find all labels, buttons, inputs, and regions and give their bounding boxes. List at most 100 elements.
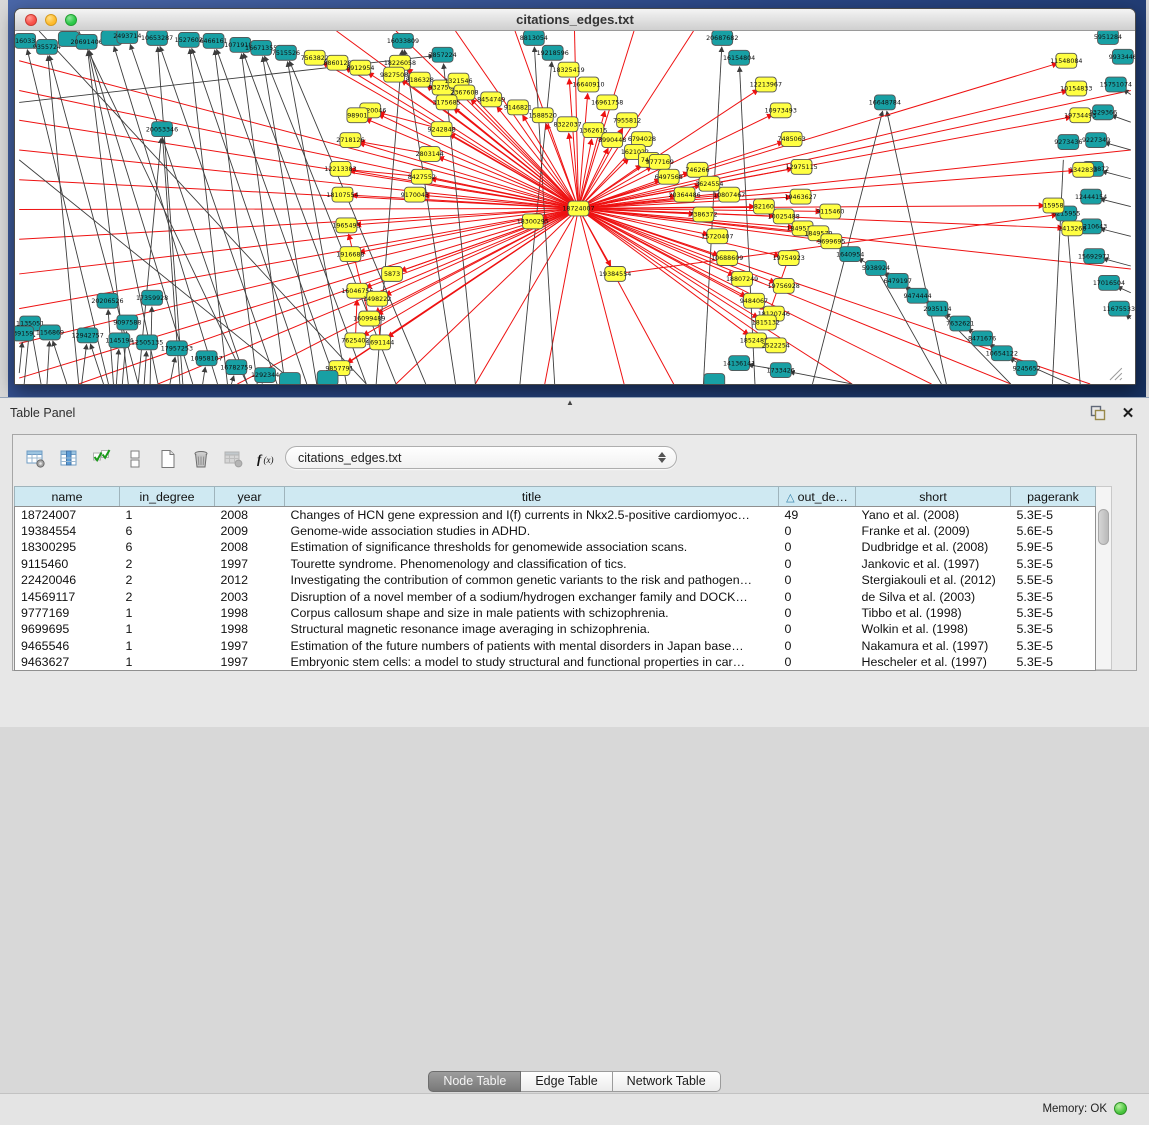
graph-edge-ray[interactable] [19,160,297,384]
table-cell[interactable]: 0 [779,523,856,539]
panel-splitter-grip[interactable]: ▲ [566,398,574,407]
table-cell[interactable]: 5.9E-5 [1011,539,1096,555]
graph-node[interactable]: 19218596 [537,45,569,60]
table-cell[interactable]: 2003 [215,588,285,604]
table-cell[interactable]: 2008 [215,539,285,555]
graph-node[interactable]: 9827508 [380,67,408,82]
table-row[interactable]: 1872400712008Changes of HCN gene express… [15,507,1096,523]
table-cell[interactable]: 1998 [215,621,285,637]
graph-edge[interactable] [242,54,285,384]
graph-node[interactable]: 3175685 [432,95,460,110]
column-header-title[interactable]: title [285,487,779,507]
table-cell[interactable]: 0 [779,572,856,588]
table-cell[interactable]: de Silva et al. (2003) [856,588,1011,604]
table-cell[interactable]: Embryonic stem cells: a model to study s… [285,654,779,670]
graph-node[interactable]: 20687682 [706,31,738,45]
graph-node[interactable]: 10653287 [141,31,173,45]
table-row[interactable]: 1938455462009Genome-wide association stu… [15,523,1096,539]
table-row[interactable]: 2242004622012Investigating the contribut… [15,572,1096,588]
row-height-icon[interactable] [122,446,148,472]
table-options-icon[interactable] [23,446,49,472]
graph-node[interactable]: 18107554 [326,187,358,202]
graph-edge[interactable] [116,349,118,384]
graph-edge[interactable] [19,56,434,103]
graph-node[interactable]: 98901 [347,108,368,123]
graph-edge[interactable] [144,351,146,384]
node-table-grid[interactable]: namein_degreeyeartitle△out_de…shortpager… [14,486,1096,671]
graph-node[interactable]: 15692971 [1078,249,1110,264]
table-cell[interactable]: 9115460 [15,556,120,572]
table-cell[interactable]: 1 [120,621,215,637]
graph-node[interactable]: 15720407 [701,229,733,244]
table-cell[interactable]: 0 [779,654,856,670]
graph-node[interactable]: 1498222 [363,291,391,306]
table-cell[interactable]: Franke et al. (2009) [856,523,1011,539]
table-cell[interactable]: 2 [120,588,215,604]
graph-node[interactable]: 16033809 [387,33,419,48]
network-window[interactable]: citations_edges.txt 16033935572420691406… [14,8,1136,385]
show-columns-icon[interactable] [56,446,82,472]
graph-node[interactable]: 19756928 [768,278,800,293]
graph-node[interactable]: 82160 [753,199,774,214]
graph-node[interactable]: 12213967 [750,77,782,92]
table-cell[interactable]: 0 [779,638,856,654]
selection-mode-icon[interactable] [89,446,115,472]
graph-node[interactable]: 1156869 [36,325,64,340]
graph-node[interactable]: 9097588 [113,315,141,330]
graph-node[interactable]: 11675533 [1103,301,1135,316]
table-scrollbar-thumb[interactable] [1098,509,1109,545]
table-cell[interactable]: 5.3E-5 [1011,654,1096,670]
table-cell[interactable]: 5.6E-5 [1011,523,1096,539]
table-cell[interactable]: 9463627 [15,654,120,670]
table-cell[interactable]: 5.3E-5 [1011,507,1096,523]
table-cell[interactable]: Hescheler et al. (1997) [856,654,1011,670]
graph-edge-ray[interactable] [1052,160,1063,384]
graph-node[interactable]: 20053346 [146,122,178,137]
graph-node[interactable]: 1733426 [767,363,795,378]
table-cell[interactable]: Tibbo et al. (1998) [856,605,1011,621]
graph-node[interactable]: 7857224 [429,47,457,62]
graph-node[interactable]: 1145194 [105,333,133,348]
graph-edge[interactable] [170,357,175,384]
graph-node[interactable]: 2493714 [113,31,141,43]
graph-edge[interactable] [578,206,1044,209]
graph-edge[interactable] [366,119,579,209]
graph-node[interactable]: 1815132 [752,315,780,330]
graph-edge[interactable] [203,367,206,384]
network-graph[interactable]: 1603393557242069140624937141065328715276… [15,31,1135,384]
graph-edge-ray[interactable] [396,208,578,384]
delete-table-icon[interactable] [188,446,214,472]
graph-edge[interactable] [158,47,183,384]
graph-node[interactable]: 10958107 [191,351,223,366]
table-cell[interactable]: 5.3E-5 [1011,621,1096,637]
table-cell[interactable]: Disruption of a novel member of a sodium… [285,588,779,604]
graph-node[interactable] [704,374,725,384]
graph-node[interactable]: 5951284 [1094,31,1122,44]
graph-node[interactable]: 5938924 [862,261,890,276]
graph-node[interactable]: 16640910 [572,77,604,92]
table-cell[interactable]: 1997 [215,654,285,670]
table-cell[interactable]: 9699695 [15,621,120,637]
table-cell[interactable]: Stergiakouli et al. (2012) [856,572,1011,588]
graph-edge[interactable] [1067,222,1080,384]
graph-node[interactable]: 1965493 [332,218,360,233]
table-row[interactable]: 977716911998Corpus callosum shape and si… [15,605,1096,621]
function-builder-icon[interactable]: f(x) [254,446,280,472]
graph-node[interactable]: 7515526 [272,45,300,60]
table-cell[interactable]: 6 [120,523,215,539]
graph-edge-ray[interactable] [19,208,578,209]
table-cell[interactable]: 0 [779,588,856,604]
table-cell[interactable]: 14569117 [15,588,120,604]
graph-node[interactable]: 8471676 [968,331,996,346]
graph-edge[interactable] [47,341,49,384]
graph-node[interactable]: 12444154 [1075,189,1107,204]
table-cell[interactable]: 1 [120,605,215,621]
table-cell[interactable]: 18300295 [15,539,120,555]
graph-node[interactable]: 19463627 [784,189,816,204]
graph-node[interactable]: 16648784 [869,95,901,110]
graph-node[interactable]: 1292344 [251,368,279,383]
table-cell[interactable]: 5.3E-5 [1011,588,1096,604]
table-cell[interactable]: 2 [120,572,215,588]
graph-node[interactable]: 6479197 [884,273,912,288]
graph-node[interactable] [317,371,338,384]
